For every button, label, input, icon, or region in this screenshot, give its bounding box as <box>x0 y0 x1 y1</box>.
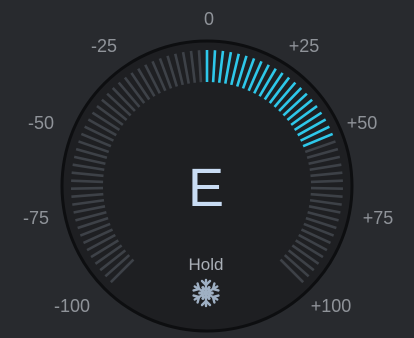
scale-label-minus-75: -75 <box>23 208 49 228</box>
tick-mark <box>310 179 343 184</box>
note-name: E <box>188 158 224 218</box>
tick-mark <box>71 186 104 190</box>
scale-label-minus-100: -100 <box>54 296 90 316</box>
tuner-dial: 0 -25 +25 -50 +50 -75 +75 -100 +100 E Ho… <box>23 9 394 333</box>
hold-label: Hold <box>189 255 224 274</box>
scale-label-plus-100: +100 <box>311 296 352 316</box>
scale-label-plus-25: +25 <box>289 36 320 56</box>
scale-label-minus-25: -25 <box>91 36 117 56</box>
tick-mark <box>71 179 104 184</box>
scale-label-plus-50: +50 <box>347 113 378 133</box>
scale-label-plus-75: +75 <box>363 208 394 228</box>
scale-label-minus-50: -50 <box>28 113 54 133</box>
scale-label-zero: 0 <box>204 9 214 29</box>
tick-mark <box>310 186 343 190</box>
